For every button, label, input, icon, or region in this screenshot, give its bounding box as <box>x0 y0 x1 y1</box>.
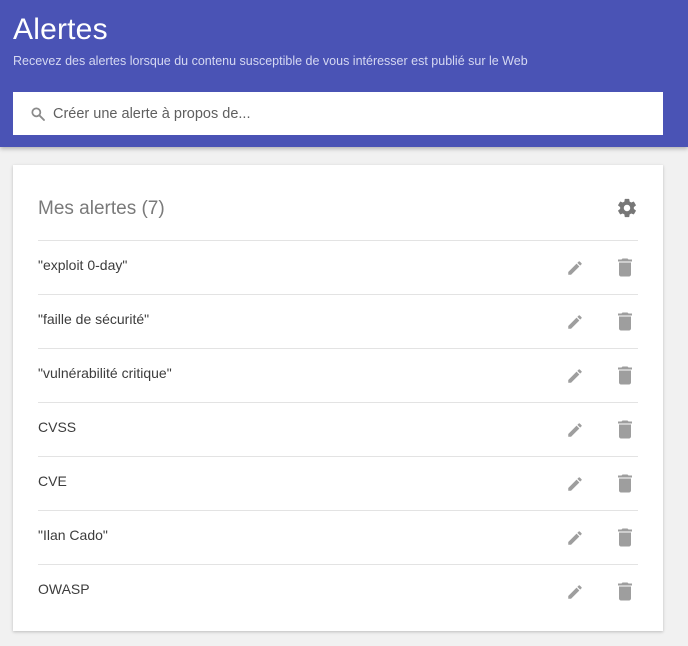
list-item: "Ilan Cado" <box>38 510 638 564</box>
alerts-heading-label: Mes alertes <box>38 198 137 219</box>
pencil-icon[interactable] <box>566 583 584 601</box>
pencil-icon[interactable] <box>566 367 584 385</box>
list-item: OWASP <box>38 564 638 618</box>
trash-icon[interactable] <box>618 420 632 439</box>
search-box[interactable] <box>13 92 663 135</box>
alert-label: "exploit 0-day" <box>38 257 128 273</box>
trash-icon[interactable] <box>618 528 632 547</box>
trash-icon[interactable] <box>618 312 632 331</box>
list-item: "vulnérabilité critique" <box>38 348 638 402</box>
pencil-icon[interactable] <box>566 421 584 439</box>
alert-label: "Ilan Cado" <box>38 527 108 543</box>
alerts-heading: Mes alertes (7) <box>38 198 165 220</box>
alerts-count: (7) <box>141 198 165 219</box>
alerts-card: Mes alertes (7) "exploit 0-day" "faille … <box>13 165 663 631</box>
page-subtitle: Recevez des alertes lorsque du contenu s… <box>13 54 528 68</box>
header-banner: Alertes Recevez des alertes lorsque du c… <box>0 0 688 147</box>
pencil-icon[interactable] <box>566 529 584 547</box>
pencil-icon[interactable] <box>566 475 584 493</box>
alert-label: OWASP <box>38 581 90 597</box>
list-item: CVSS <box>38 402 638 456</box>
list-item: CVE <box>38 456 638 510</box>
list-item: "faille de sécurité" <box>38 294 638 348</box>
page-title: Alertes <box>13 13 108 46</box>
search-icon <box>31 107 45 121</box>
trash-icon[interactable] <box>618 366 632 385</box>
trash-icon[interactable] <box>618 258 632 277</box>
alert-label: CVE <box>38 473 67 489</box>
alert-label: "faille de sécurité" <box>38 311 150 327</box>
list-item: "exploit 0-day" <box>38 240 638 294</box>
alert-label: CVSS <box>38 419 77 435</box>
search-input[interactable] <box>53 92 653 135</box>
trash-icon[interactable] <box>618 582 632 601</box>
alert-label: "vulnérabilité critique" <box>38 365 172 381</box>
pencil-icon[interactable] <box>566 313 584 331</box>
pencil-icon[interactable] <box>566 259 584 277</box>
trash-icon[interactable] <box>618 474 632 493</box>
alerts-list: "exploit 0-day" "faille de sécurité" "vu… <box>38 240 638 618</box>
gear-icon[interactable] <box>616 197 638 219</box>
